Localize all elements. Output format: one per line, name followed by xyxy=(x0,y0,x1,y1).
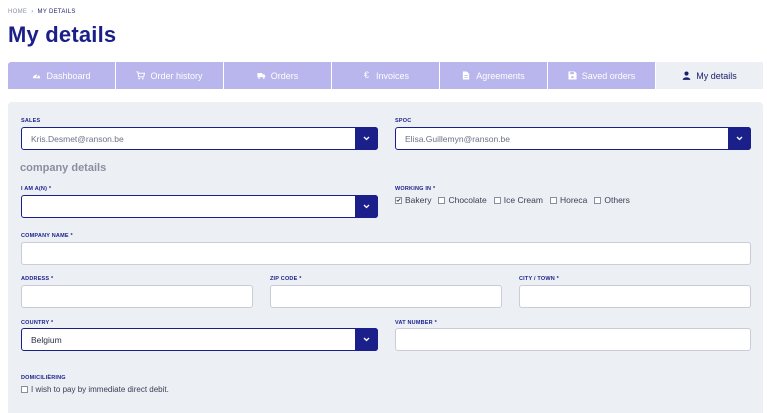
vat-number-label: VAT NUMBER * xyxy=(395,320,437,326)
tab-label: Agreements xyxy=(476,70,525,81)
i-am-dropdown-button[interactable] xyxy=(355,195,378,218)
chevron-down-icon xyxy=(736,136,743,141)
working-in-options: Bakery Chocolate Ice Cream Horeca Others xyxy=(395,195,632,205)
checkbox[interactable] xyxy=(438,196,446,204)
dashboard-icon xyxy=(32,71,41,80)
working-in-ice-cream[interactable]: Ice Cream xyxy=(493,195,543,205)
sales-dropdown-button[interactable] xyxy=(355,127,378,150)
tab-agreements[interactable]: Agreements xyxy=(440,62,548,89)
vat-number-input[interactable] xyxy=(395,328,751,351)
direct-debit-text: I wish to pay by immediate direct debit. xyxy=(31,385,169,394)
sales-value: Kris.Desmet@ranson.be xyxy=(31,133,124,144)
cart-icon xyxy=(136,71,146,80)
company-details-heading: company details xyxy=(20,162,107,174)
checkbox-checked[interactable] xyxy=(395,196,402,204)
spoc-value: Elisa.Guillemyn@ranson.be xyxy=(405,133,511,144)
chevron-down-icon xyxy=(363,204,370,209)
breadcrumb: HOME › MY DETAILS xyxy=(8,9,76,15)
chevron-down-icon xyxy=(363,136,370,141)
tab-dashboard[interactable]: Dashboard xyxy=(8,62,116,89)
zip-code-input[interactable] xyxy=(270,285,502,308)
i-am-select[interactable] xyxy=(21,195,378,218)
tab-label: Orders xyxy=(270,70,299,81)
breadcrumb-current: MY DETAILS xyxy=(37,9,76,15)
working-in-chocolate[interactable]: Chocolate xyxy=(438,195,487,205)
i-am-label: I AM A(N) * xyxy=(21,186,52,192)
user-icon xyxy=(682,71,691,80)
city-label: CITY / TOWN * xyxy=(519,276,559,282)
country-select[interactable]: Belgium xyxy=(21,328,378,351)
country-value: Belgium xyxy=(31,334,62,345)
checkbox[interactable] xyxy=(493,196,501,204)
working-in-horeca[interactable]: Horeca xyxy=(549,195,587,205)
address-label: ADDRESS * xyxy=(21,276,54,282)
tab-label: Order history xyxy=(150,70,203,81)
direct-debit-option[interactable]: I wish to pay by immediate direct debit. xyxy=(21,385,169,394)
sales-select[interactable]: Kris.Desmet@ranson.be xyxy=(21,127,378,150)
chevron-down-icon xyxy=(363,337,370,342)
truck-icon xyxy=(257,71,266,80)
working-in-label: WORKING IN * xyxy=(395,186,436,192)
euro-icon: € xyxy=(363,70,369,80)
breadcrumb-home-link[interactable]: HOME xyxy=(8,9,27,15)
breadcrumb-separator: › xyxy=(31,9,34,15)
save-icon xyxy=(568,71,577,80)
checkbox[interactable] xyxy=(594,196,602,204)
spoc-dropdown-button[interactable] xyxy=(728,127,751,150)
tab-saved-orders[interactable]: Saved orders xyxy=(548,62,656,89)
company-name-input[interactable] xyxy=(21,242,751,265)
tab-label: Dashboard xyxy=(46,70,91,81)
spoc-select[interactable]: Elisa.Guillemyn@ranson.be xyxy=(395,127,751,150)
document-icon xyxy=(462,71,471,80)
zip-code-label: ZIP CODE * xyxy=(270,276,302,282)
domiciliering-label: DOMICILIËRING xyxy=(21,375,66,381)
company-name-label: COMPANY NAME * xyxy=(21,233,73,239)
country-dropdown-button[interactable] xyxy=(355,328,378,351)
working-in-bakery[interactable]: Bakery xyxy=(395,195,431,205)
tab-label: My details xyxy=(696,70,737,81)
address-input[interactable] xyxy=(21,285,253,308)
tab-my-details[interactable]: My details xyxy=(656,62,763,89)
country-label: COUNTRY * xyxy=(21,320,54,326)
tab-order-history[interactable]: Order history xyxy=(116,62,224,89)
tab-bar: Dashboard Order history Orders € Invoice… xyxy=(8,62,763,89)
working-in-others[interactable]: Others xyxy=(594,195,630,205)
page-title: My details xyxy=(8,22,117,47)
checkbox[interactable] xyxy=(21,386,28,393)
spoc-label: SPOC xyxy=(395,118,412,124)
city-input[interactable] xyxy=(519,285,751,308)
checkbox[interactable] xyxy=(549,196,557,204)
sales-label: SALES xyxy=(21,118,41,124)
tab-orders[interactable]: Orders xyxy=(224,62,332,89)
tab-invoices[interactable]: € Invoices xyxy=(332,62,440,89)
tab-label: Invoices xyxy=(375,70,410,81)
tab-label: Saved orders xyxy=(581,70,636,81)
